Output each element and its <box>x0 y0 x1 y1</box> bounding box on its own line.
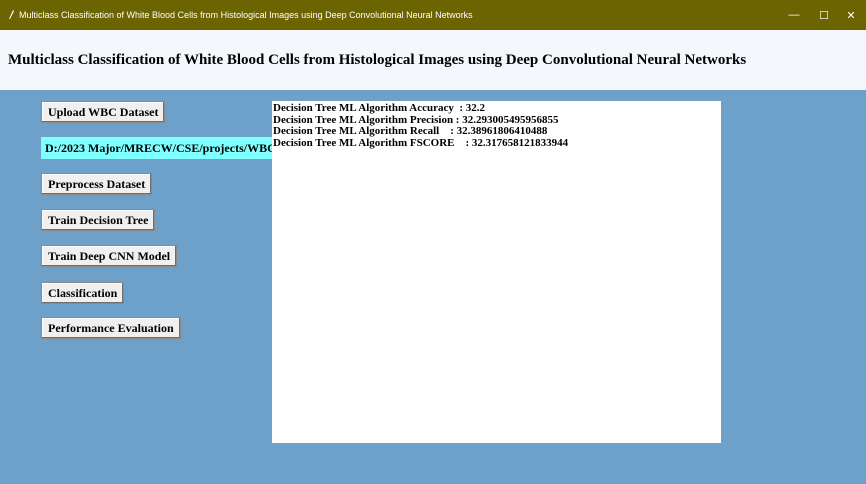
window-title: Multiclass Classification of White Blood… <box>19 10 473 20</box>
train-decision-tree-button[interactable]: Train Decision Tree <box>41 209 156 231</box>
output-line-accuracy: Decision Tree ML Algorithm Accuracy : 32… <box>273 102 486 114</box>
upload-dataset-button[interactable]: Upload WBC Dataset <box>41 101 166 123</box>
minimize-button[interactable]: — <box>779 0 809 30</box>
performance-evaluation-button[interactable]: Performance Evaluation <box>41 317 181 339</box>
output-line-recall: Decision Tree ML Algorithm Recall : 32.3… <box>273 125 548 137</box>
close-button[interactable]: ✕ <box>836 0 866 30</box>
page-title: Multiclass Classification of White Blood… <box>8 52 747 68</box>
output-line-fscore: Decision Tree ML Algorithm FSCORE : 32.3… <box>273 136 569 149</box>
window-titlebar: Multiclass Classification of White Blood… <box>0 0 866 30</box>
output-text-area[interactable]: Decision Tree ML Algorithm Accuracy : 32… <box>272 101 721 443</box>
dataset-path-label: D:/2023 Major/MRECW/CSE/projects/WBC <box>41 137 273 159</box>
preprocess-dataset-button[interactable]: Preprocess Dataset <box>41 173 153 195</box>
classification-button[interactable]: Classification <box>41 282 125 304</box>
feather-icon <box>9 10 14 19</box>
maximize-button[interactable]: ☐ <box>809 0 839 30</box>
header-banner: Multiclass Classification of White Blood… <box>0 30 866 90</box>
train-cnn-button[interactable]: Train Deep CNN Model <box>41 245 178 267</box>
